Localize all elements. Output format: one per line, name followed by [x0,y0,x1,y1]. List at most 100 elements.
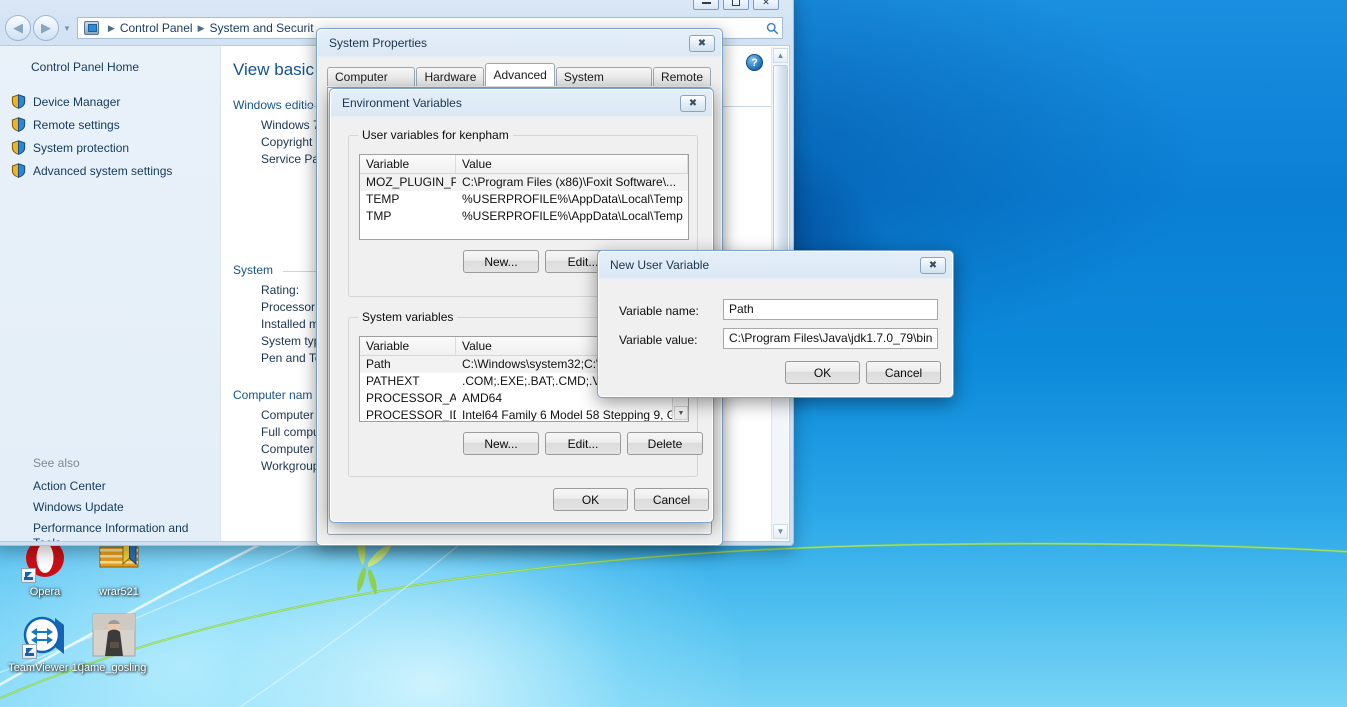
cell-variable: TMP [366,209,392,223]
maximize-icon [732,0,740,6]
dialog-title: System Properties [329,36,428,50]
see-also-section: See also Action Center Windows Update Pe… [0,456,220,541]
sidebar-item-label: Device Manager [33,94,121,109]
shield-icon [11,163,26,178]
cell-variable: MOZ_PLUGIN_P... [366,175,456,189]
scroll-down-arrow-icon[interactable]: ▼ [773,524,788,539]
sidebar-item-label: System protection [33,140,130,155]
variable-value-label: Variable value: [619,333,698,347]
section-header-label: Windows editio [233,98,314,112]
section-header-label: System [233,263,274,277]
new-user-variable-title-bar[interactable]: New User Variable ✖ [599,252,952,279]
user-new-button[interactable]: New... [463,250,539,273]
forward-button[interactable]: ▶ [33,15,59,41]
sidebar-item-device-manager[interactable]: Device Manager [0,90,220,113]
scroll-down-arrow-icon[interactable]: ▼ [674,406,688,420]
ok-button[interactable]: OK [785,361,860,384]
see-also-link-performance-information-and-tools[interactable]: Performance Information and Tools [0,518,220,541]
column-header-value[interactable]: Value [456,155,688,173]
new-user-variable-frame: New User Variable ✖ Variable name: Path … [598,251,953,397]
close-icon: ✖ [688,98,698,109]
new-user-variable-dialog[interactable]: New User Variable ✖ Variable name: Path … [597,250,954,398]
table-row[interactable]: TMP %USERPROFILE%\AppData\Local\Temp [360,208,688,225]
shield-icon [11,94,26,109]
tab-advanced[interactable]: Advanced [485,63,555,86]
computer-icon [83,21,99,35]
shortcut-overlay-icon [22,644,37,659]
system-new-button[interactable]: New... [463,432,539,455]
breadcrumb-separator: ▶ [107,22,115,33]
info-row-label: Workgroup: [261,459,323,473]
explorer-title-bar[interactable]: ✕ [0,0,793,11]
desktop-icon-label: wrar521 [99,586,139,598]
sidebar-item-system-protection[interactable]: System protection [0,136,220,159]
cell-variable: TEMP [366,192,400,206]
close-button[interactable]: ✕ [753,0,779,10]
close-button[interactable]: ✖ [920,257,946,274]
close-icon: ✖ [697,38,707,49]
desktop-icon-label: Opera [29,586,61,598]
cell-variable: PROCESSOR_A... [366,391,456,405]
cancel-button[interactable]: Cancel [634,488,709,511]
sidebar-item-advanced-system-settings[interactable]: Advanced system settings [0,159,220,182]
cell-variable: Path [366,357,391,371]
close-button[interactable]: ✖ [680,95,706,112]
system-edit-button[interactable]: Edit... [545,432,621,455]
system-properties-tabs: Computer Name Hardware Advanced System P… [327,63,712,102]
dialog-title: New User Variable [610,258,710,272]
user-variables-list[interactable]: Variable Value MOZ_PLUGIN_P... C:\Progra… [359,154,689,240]
control-panel-sidebar: Control Panel Home Device Manager Remote… [0,46,221,541]
help-icon[interactable]: ? [746,54,763,71]
cancel-button[interactable]: Cancel [866,361,941,384]
scroll-up-arrow-icon[interactable]: ▲ [773,48,788,63]
column-header-variable[interactable]: Variable [360,155,456,173]
user-variables-group-label: User variables for kenpham [358,128,513,142]
sidebar-item-remote-settings[interactable]: Remote settings [0,113,220,136]
tab-system-protection[interactable]: System Protection [555,67,652,102]
sidebar-item-control-panel-home[interactable]: Control Panel Home [0,60,220,74]
desktop-icon-label: jame_gosling [81,662,147,674]
maximize-button[interactable] [723,0,749,10]
breadcrumb-separator: ▶ [197,22,205,33]
table-row[interactable]: PROCESSOR_ID... Intel64 Family 6 Model 5… [360,407,688,422]
teamviewer-icon [22,612,70,660]
system-properties-title-bar[interactable]: System Properties ✖ [318,30,721,57]
photo-thumbnail-icon [90,612,138,660]
table-row[interactable]: MOZ_PLUGIN_P... C:\Program Files (x86)\F… [360,174,688,191]
minimize-icon [701,1,711,4]
variable-value-input[interactable]: C:\Program Files\Java\jdk1.7.0_79\bin [723,328,938,349]
tab-computer-name[interactable]: Computer Name [327,67,416,102]
minimize-button[interactable] [693,0,719,10]
cell-value: %USERPROFILE%\AppData\Local\Temp [462,192,683,206]
see-also-header: See also [33,456,80,470]
back-button[interactable]: ◀ [5,15,31,41]
recent-pages-button[interactable]: ▼ [63,24,71,33]
desktop-icon-jame-gosling[interactable]: jame_gosling [72,612,156,674]
table-row[interactable]: TEMP %USERPROFILE%\AppData\Local\Temp [360,191,688,208]
cell-variable: PROCESSOR_ID... [366,408,456,422]
tab-hardware[interactable]: Hardware [416,67,485,86]
breadcrumb-item-control-panel[interactable]: Control Panel [120,21,193,35]
variable-name-label: Variable name: [619,304,699,318]
desktop[interactable]: Opera wrar521 TeamViewer 10 jame_gosling… [0,0,1347,707]
system-variables-group-label: System variables [358,310,458,324]
shield-icon [11,140,26,155]
column-header-variable[interactable]: Variable [360,337,456,355]
close-icon: ✖ [928,260,938,271]
see-also-link-action-center[interactable]: Action Center [0,476,220,497]
dialog-title: Environment Variables [342,96,462,110]
section-header-label: Computer nam [233,388,313,402]
breadcrumb-item-system-and-security[interactable]: System and Securit [209,21,313,35]
cell-variable: PATHEXT [366,374,420,388]
variable-name-input[interactable]: Path [723,299,938,320]
shortcut-overlay-icon [21,568,36,583]
ok-button[interactable]: OK [553,488,628,511]
tab-remote[interactable]: Remote [652,67,711,86]
cell-value: Intel64 Family 6 Model 58 Stepping 9, G.… [462,408,687,422]
close-button[interactable]: ✖ [689,35,715,52]
back-arrow-icon: ◀ [13,20,23,35]
see-also-link-windows-update[interactable]: Windows Update [0,497,220,518]
shield-icon [11,117,26,132]
environment-variables-title-bar[interactable]: Environment Variables ✖ [331,90,712,117]
system-delete-button[interactable]: Delete [627,432,703,455]
